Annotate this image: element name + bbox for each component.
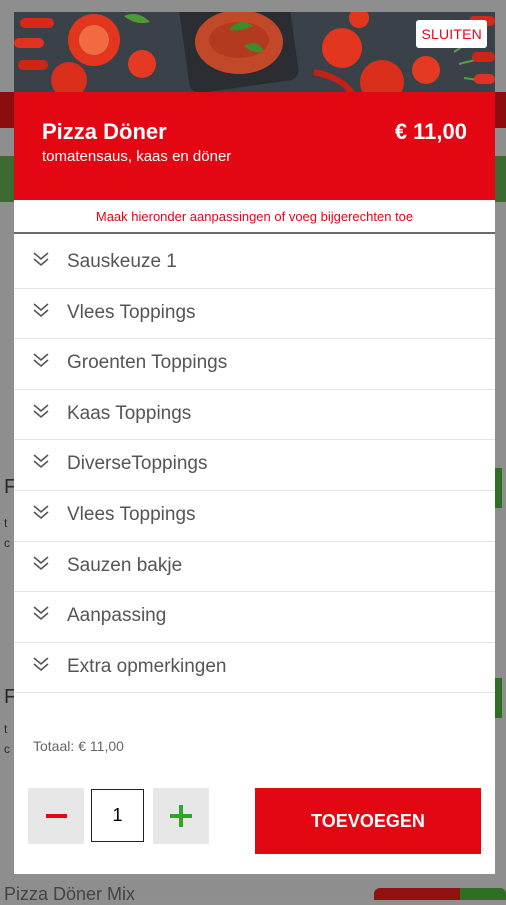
customization-hint: Maak hieronder aanpassingen of voeg bijg…	[14, 200, 495, 234]
option-label: Groenten Toppings	[67, 352, 228, 374]
double-chevron-down-icon	[33, 404, 49, 418]
background-item-text: c	[4, 536, 10, 550]
option-label: Sauskeuze 1	[67, 251, 177, 272]
increase-quantity-button[interactable]	[153, 788, 209, 844]
close-button[interactable]: SLUITEN	[416, 20, 487, 48]
product-header: Pizza Döner tomatensaus, kaas en döner €…	[14, 92, 495, 200]
decrease-quantity-button[interactable]	[28, 788, 84, 844]
double-chevron-down-icon	[33, 302, 49, 317]
option-sauskeuze-1[interactable]: Sauskeuze 1	[14, 238, 495, 289]
add-to-cart-button[interactable]: TOEVOEGEN	[255, 788, 481, 854]
option-vlees-toppings[interactable]: Vlees Toppings	[14, 289, 495, 340]
background-order-button	[374, 888, 506, 900]
product-modal: SLUITEN Pizza Döner tomatensaus, kaas en…	[14, 12, 495, 874]
background-item-text: t	[4, 516, 8, 530]
option-label: Sauzen bakje	[67, 554, 183, 576]
double-chevron-down-icon	[33, 657, 49, 671]
option-groenten-toppings[interactable]: Groenten Toppings	[14, 339, 495, 390]
option-label: Vlees Toppings	[67, 301, 196, 323]
option-vlees-toppings-2[interactable]: Vlees Toppings	[14, 491, 495, 542]
option-label: Extra opmerkingen	[67, 655, 227, 677]
option-kaas-toppings[interactable]: Kaas Toppings	[14, 390, 495, 441]
double-chevron-down-icon	[33, 606, 49, 621]
double-chevron-down-icon	[33, 252, 49, 267]
background-item-text: t	[4, 722, 8, 736]
options-list: Sauskeuze 1 Vlees Toppings Groenten Topp…	[14, 238, 495, 694]
option-label: Aanpassing	[67, 605, 167, 627]
background-item-title: Pizza Döner Mix	[4, 884, 136, 904]
product-price: € 11,00	[394, 119, 467, 144]
total-value: € 11,00	[78, 738, 124, 754]
option-label: Vlees Toppings	[67, 503, 196, 525]
option-aanpassing[interactable]: Aanpassing	[14, 592, 495, 643]
option-extra-opmerkingen[interactable]: Extra opmerkingen	[14, 643, 495, 694]
background-item-text: c	[4, 742, 10, 756]
order-total: Totaal: € 11,00	[29, 738, 124, 754]
hero-image: SLUITEN	[14, 12, 495, 92]
option-diverse-toppings[interactable]: DiverseToppings	[14, 440, 495, 491]
double-chevron-down-icon	[33, 555, 49, 570]
option-label: Kaas Toppings	[67, 402, 192, 424]
product-name: Pizza Döner	[42, 119, 167, 144]
double-chevron-down-icon	[33, 353, 49, 368]
quantity-input[interactable]	[91, 789, 144, 842]
double-chevron-down-icon	[33, 454, 49, 469]
option-sauzen-bakje[interactable]: Sauzen bakje	[14, 542, 495, 593]
total-label: Totaal:	[33, 738, 75, 754]
double-chevron-down-icon	[33, 505, 49, 520]
product-description: tomatensaus, kaas en döner	[42, 148, 232, 165]
option-label: DiverseToppings	[67, 453, 208, 475]
